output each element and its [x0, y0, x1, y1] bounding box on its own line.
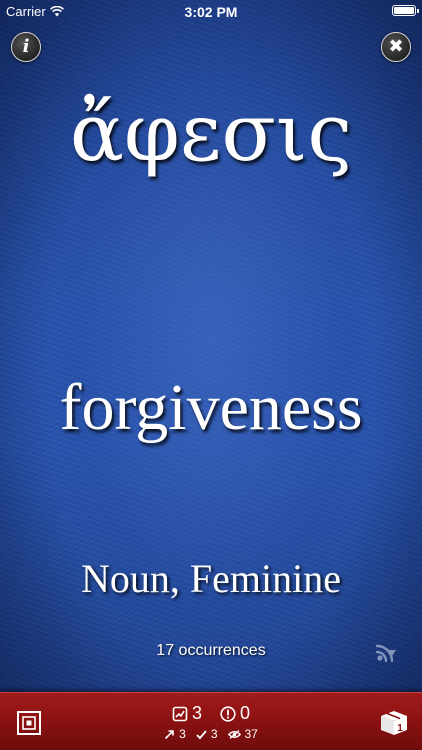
greek-word: ἄφεσις: [69, 86, 353, 179]
box-badge: 1: [397, 723, 403, 734]
stat-errors-value: 0: [240, 703, 251, 723]
info-icon: i: [22, 36, 30, 57]
check-icon: [196, 729, 207, 739]
stat-learned: 3: [172, 703, 202, 724]
arrow-up-icon: [165, 729, 174, 739]
eye-icon: [227, 729, 241, 739]
info-button[interactable]: i: [11, 32, 41, 62]
stat-views: 37: [227, 727, 258, 741]
flashcard-screen: Carrier 3:02 PM i ✖ ἄφεσις forgiveness N…: [0, 0, 422, 750]
stat-errors: 0: [220, 703, 250, 724]
gift-box-icon[interactable]: 1: [378, 705, 410, 737]
close-icon: ✖: [388, 36, 404, 57]
bottom-toolbar: 3 0 3 3 37 1: [0, 692, 422, 750]
stats-primary: 3 0: [0, 703, 422, 724]
chart-icon: [172, 706, 188, 721]
english-translation: forgiveness: [59, 371, 363, 444]
battery-icon: [392, 5, 419, 16]
stat-views-value: 37: [244, 727, 258, 741]
stat-arrow: 3: [164, 727, 186, 741]
stats-secondary: 3 3 37: [0, 727, 422, 741]
occurrence-count: 17 occurrences: [156, 642, 266, 659]
stat-arrow-value: 3: [179, 727, 186, 741]
stat-learned-value: 3: [191, 703, 202, 723]
alert-icon: [220, 705, 236, 722]
stat-check-value: 3: [210, 727, 218, 741]
stat-check: 3: [196, 727, 218, 741]
part-of-speech: Noun, Feminine: [81, 556, 341, 601]
status-bar: Carrier 3:02 PM: [0, 0, 422, 24]
close-button[interactable]: ✖: [381, 32, 411, 62]
status-time: 3:02 PM: [184, 4, 238, 20]
audio-icon[interactable]: [372, 638, 400, 666]
